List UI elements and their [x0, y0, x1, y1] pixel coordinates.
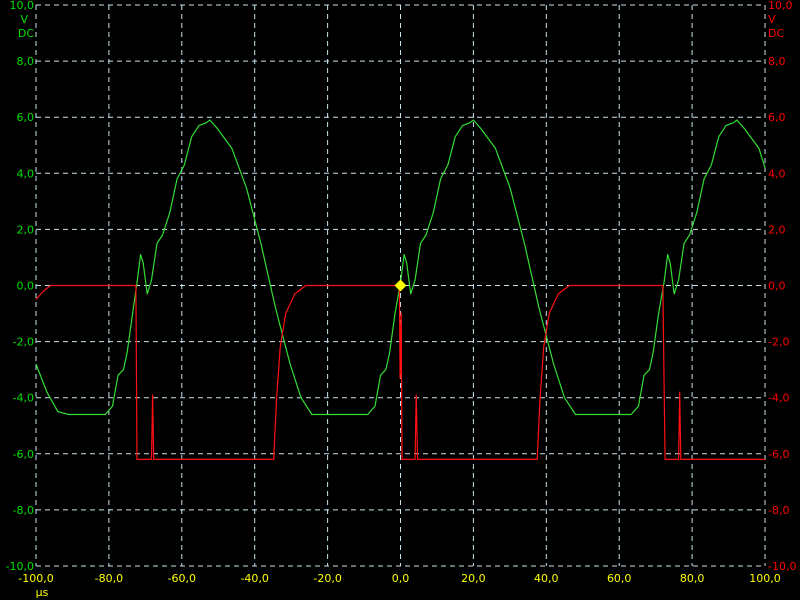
- right-y-tick-label: 10,0: [768, 0, 793, 12]
- x-tick-label: -100,0: [18, 572, 53, 585]
- left-y-tick-label: 6,0: [17, 111, 35, 124]
- left-y-tick-label: -8,0: [13, 504, 34, 517]
- right-y-tick-label: -8,0: [768, 504, 789, 517]
- x-tick-label: -80,0: [95, 572, 123, 585]
- right-y-tick-label: 8,0: [768, 55, 786, 68]
- oscilloscope-display: 10,0 10,0 8,0 8,0 6,0 6,0 4,0 4,0 2,0 2,0 0,0 0,0 -2…: [0, 0, 800, 600]
- left-y-tick-label: 0,0: [17, 280, 35, 293]
- left-y-tick-label: 2,0: [17, 223, 35, 236]
- x-tick-label: -60,0: [168, 572, 196, 585]
- right-axis-unit: V: [768, 13, 776, 26]
- right-y-tick-label: -6,0: [768, 448, 789, 461]
- x-axis-unit: µs: [36, 586, 49, 599]
- x-tick-label: 0,0: [392, 572, 410, 585]
- left-y-tick-label: -6,0: [13, 448, 34, 461]
- left-y-tick-label: -2,0: [13, 336, 34, 349]
- right-y-tick-label: 0,0: [768, 280, 786, 293]
- right-y-tick-label: -4,0: [768, 392, 789, 405]
- left-axis-unit: V: [20, 13, 28, 26]
- left-y-tick-label: -4,0: [13, 392, 34, 405]
- left-y-tick-label: 8,0: [17, 55, 35, 68]
- left-axis-coupling: DC: [18, 27, 34, 40]
- x-tick-label: -40,0: [240, 572, 268, 585]
- x-tick-label: -20,0: [313, 572, 341, 585]
- right-y-tick-label: 2,0: [768, 223, 786, 236]
- x-tick-label: 40,0: [534, 572, 559, 585]
- right-axis-coupling: DC: [768, 27, 784, 40]
- trigger-marker-icon: [394, 279, 407, 292]
- x-tick-label: 80,0: [680, 572, 705, 585]
- right-y-tick-label: 6,0: [768, 111, 786, 124]
- x-tick-label: 60,0: [607, 572, 632, 585]
- left-y-tick-label: 10,0: [10, 0, 35, 12]
- left-y-tick-label: 4,0: [17, 167, 35, 180]
- x-tick-label: 20,0: [461, 572, 486, 585]
- right-y-tick-label: -2,0: [768, 336, 789, 349]
- waveform-plot: 10,0 10,0 8,0 8,0 6,0 6,0 4,0 4,0 2,0 2,0 0,0 0,0 -2…: [6, 0, 797, 599]
- right-y-tick-label: 4,0: [768, 167, 786, 180]
- x-tick-label: 100,0: [749, 572, 781, 585]
